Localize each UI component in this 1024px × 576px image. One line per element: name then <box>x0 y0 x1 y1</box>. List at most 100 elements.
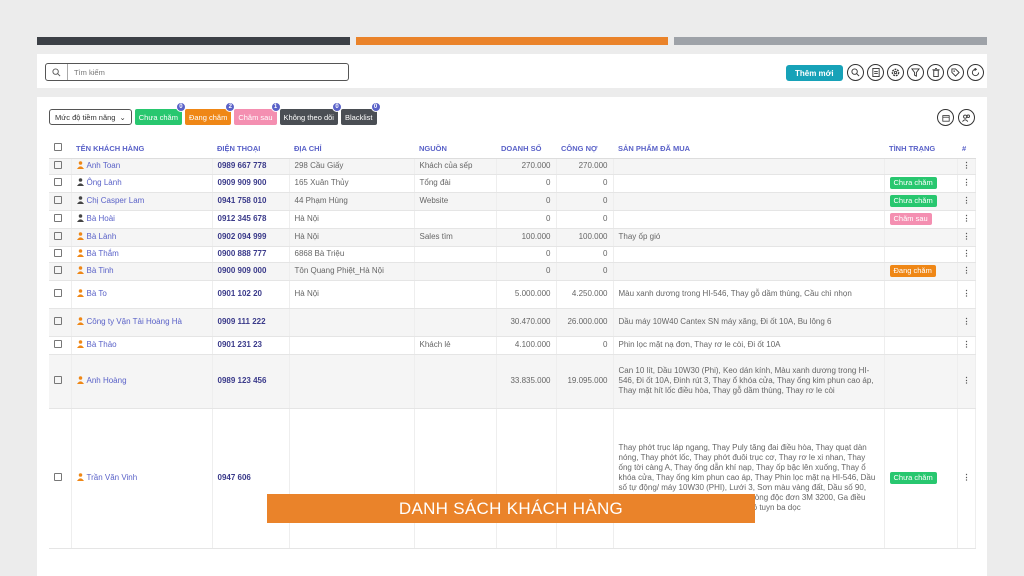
refresh-icon[interactable] <box>967 64 984 81</box>
chip-not-cared[interactable]: Chưa chăm 0 <box>134 102 186 125</box>
search-box[interactable] <box>45 63 349 81</box>
table-row[interactable]: Trần Văn Vinh 0947 606 Thay phớt trục láp … <box>49 408 976 549</box>
table-row[interactable]: Bà Thảo 0901 231 23 Khách lẻ 4.100.000 0 Phin… <box>49 336 976 355</box>
customer-name[interactable]: Trần Văn Vinh <box>71 408 213 549</box>
status-badge[interactable]: Chăm sau <box>889 213 932 225</box>
header-phone[interactable]: ĐIỆN THOẠI <box>212 139 289 159</box>
customer-address: 298 Cầu Giấy <box>289 158 415 175</box>
row-menu-icon[interactable]: ⋮ <box>957 262 976 281</box>
tag-icon[interactable] <box>947 64 964 81</box>
search-icon[interactable] <box>46 64 68 80</box>
table-row[interactable]: Bà Tinh 0900 909 000 Tôn Quang Phiệt_Hà Nộ… <box>49 262 976 281</box>
customer-phone[interactable]: 0912 345 678 <box>212 210 290 229</box>
customer-revenue: 0 <box>496 192 557 211</box>
row-checkbox[interactable] <box>54 316 62 325</box>
customer-phone[interactable]: 0989 667 778 <box>212 158 290 175</box>
status-badge[interactable]: Chưa chăm <box>889 195 937 207</box>
customer-name[interactable]: Ông Lành <box>71 174 213 193</box>
row-checkbox[interactable] <box>54 472 62 481</box>
header-source[interactable]: NGUỒN <box>414 139 496 159</box>
customer-name[interactable]: Bà Thắm <box>71 246 213 263</box>
row-menu-icon[interactable]: ⋮ <box>957 192 976 211</box>
customer-address <box>289 336 415 355</box>
customer-phone[interactable]: 0947 606 <box>212 408 290 549</box>
table-row[interactable]: Bà Thắm 0900 888 777 6868 Bà Triệu 0 0 ⋮ <box>49 246 976 263</box>
customer-name[interactable]: Anh Hoàng <box>71 354 213 409</box>
status-badge[interactable]: Chưa chăm <box>889 472 937 484</box>
potential-level-select[interactable]: Mức độ tiềm năng ⌄ <box>49 109 132 125</box>
trash-icon[interactable] <box>927 64 944 81</box>
table-row[interactable]: Bà To 0901 102 20 Hà Nội 5.000.000 4.250.000… <box>49 280 976 309</box>
customer-name[interactable]: Bà Lành <box>71 228 213 247</box>
customer-phone[interactable]: 0901 231 23 <box>212 336 290 355</box>
customer-name[interactable]: Công ty Vận Tải Hoàng Hà <box>71 308 213 337</box>
row-checkbox[interactable] <box>54 375 62 384</box>
add-new-button[interactable]: Thêm mới <box>786 65 843 81</box>
status-badge[interactable]: Đang chăm <box>889 265 936 277</box>
table-row[interactable]: Ông Lành 0909 909 900 165 Xuân Thủy Tổng đà… <box>49 174 976 193</box>
customer-address: Hà Nội <box>289 228 415 247</box>
header-debt[interactable]: CÔNG NỢ <box>556 139 613 159</box>
header-products[interactable]: SẢN PHẨM ĐÃ MUA <box>613 139 884 159</box>
row-menu-icon[interactable]: ⋮ <box>957 280 976 309</box>
table-row[interactable]: Bà Lành 0902 094 999 Hà Nội Sales tìm 100.00… <box>49 228 976 247</box>
users-icon[interactable] <box>958 109 975 126</box>
select-all-checkbox[interactable] <box>54 143 62 152</box>
row-menu-icon[interactable]: ⋮ <box>957 336 976 355</box>
customer-phone[interactable]: 0909 909 900 <box>212 174 290 193</box>
table-row[interactable]: Công ty Vận Tải Hoàng Hà 0909 111 222 30.4… <box>49 308 976 337</box>
header-revenue[interactable]: DOANH SỐ <box>496 139 556 159</box>
table-row[interactable]: Chị Casper Lam 0941 758 010 44 Phạm Hùng We… <box>49 192 976 211</box>
customer-phone[interactable]: 0941 758 010 <box>212 192 290 211</box>
row-menu-icon[interactable]: ⋮ <box>957 354 976 409</box>
row-checkbox[interactable] <box>54 195 62 204</box>
row-menu-icon[interactable]: ⋮ <box>957 246 976 263</box>
filter-icon[interactable] <box>907 64 924 81</box>
customer-name[interactable]: Bà To <box>71 280 213 309</box>
customer-name[interactable]: Bà Tinh <box>71 262 213 281</box>
customer-name[interactable]: Bà Hoài <box>71 210 213 229</box>
chip-care-later[interactable]: Chăm sau 1 <box>234 102 281 125</box>
row-checkbox[interactable] <box>54 231 62 240</box>
header-status[interactable]: TÌNH TRẠNG <box>884 139 957 159</box>
table-row[interactable]: Bà Hoài 0912 345 678 Hà Nội 0 0 Chăm sau ⋮ <box>49 210 976 229</box>
row-checkbox[interactable] <box>54 160 62 169</box>
row-menu-icon[interactable]: ⋮ <box>957 174 976 193</box>
row-checkbox[interactable] <box>54 265 62 274</box>
row-menu-icon[interactable]: ⋮ <box>957 228 976 247</box>
row-checkbox[interactable] <box>54 177 62 186</box>
header-name[interactable]: TÊN KHÁCH HÀNG <box>71 139 212 159</box>
table-row[interactable]: Anh Toan 0989 667 778 298 Cầu Giấy Khách củ… <box>49 158 976 175</box>
search-icon[interactable] <box>847 64 864 81</box>
search-input[interactable] <box>68 67 328 77</box>
customer-debt: 0 <box>556 246 614 263</box>
calendar-icon[interactable] <box>937 109 954 126</box>
row-checkbox[interactable] <box>54 288 62 297</box>
customer-phone[interactable]: 0989 123 456 <box>212 354 290 409</box>
document-icon[interactable] <box>867 64 884 81</box>
customer-phone[interactable]: 0909 111 222 <box>212 308 290 337</box>
customer-name[interactable]: Chị Casper Lam <box>71 192 213 211</box>
customer-products <box>613 262 885 281</box>
customer-phone[interactable]: 0901 102 20 <box>212 280 290 309</box>
table-row[interactable]: Anh Hoàng 0989 123 456 33.835.000 19.095.00… <box>49 354 976 409</box>
row-menu-icon[interactable]: ⋮ <box>957 308 976 337</box>
status-badge[interactable]: Chưa chăm <box>889 177 937 189</box>
customer-name[interactable]: Anh Toan <box>71 158 213 175</box>
row-menu-icon[interactable]: ⋮ <box>957 158 976 175</box>
settings-icon[interactable] <box>887 64 904 81</box>
row-checkbox[interactable] <box>54 339 62 348</box>
row-checkbox[interactable] <box>54 213 62 222</box>
header-address[interactable]: ĐỊA CHỈ <box>289 139 414 159</box>
chip-not-following[interactable]: Không theo dõi 0 <box>279 102 342 125</box>
chip-blacklist[interactable]: Blacklist 0 <box>340 102 381 125</box>
chip-caring[interactable]: Đang chăm 2 <box>184 102 236 125</box>
row-menu-icon[interactable]: ⋮ <box>957 210 976 229</box>
person-icon <box>76 473 84 481</box>
customer-phone[interactable]: 0902 094 999 <box>212 228 290 247</box>
customer-name[interactable]: Bà Thảo <box>71 336 213 355</box>
row-menu-icon[interactable]: ⋮ <box>957 408 976 549</box>
row-checkbox[interactable] <box>54 248 62 257</box>
customer-phone[interactable]: 0900 888 777 <box>212 246 290 263</box>
customer-phone[interactable]: 0900 909 000 <box>212 262 290 281</box>
